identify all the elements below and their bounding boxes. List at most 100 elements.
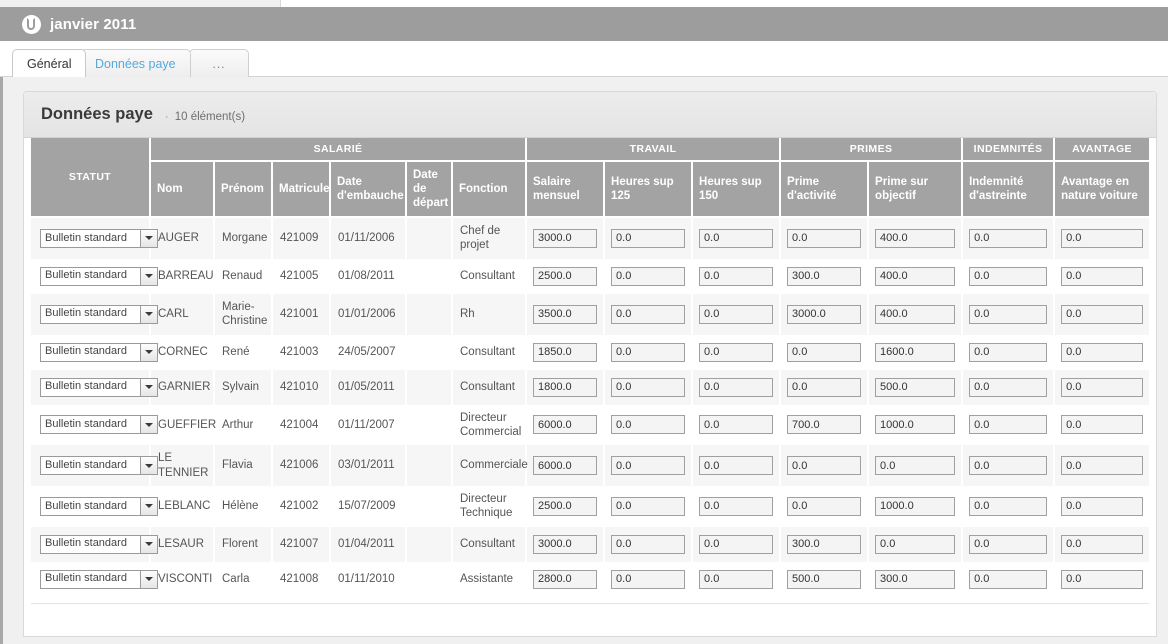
col-header-fonction[interactable]: Fonction xyxy=(453,162,527,218)
statut-select[interactable]: Bulletin standard xyxy=(40,343,158,362)
prime-activite-input[interactable] xyxy=(787,535,861,554)
prime-activite-input[interactable] xyxy=(787,229,861,248)
indemnite-astreinte-input[interactable] xyxy=(969,229,1047,248)
prime-activite-input[interactable] xyxy=(787,456,861,475)
prime-objectif-input[interactable] xyxy=(875,343,955,362)
heures-sup-125-input[interactable] xyxy=(611,497,685,516)
prime-activite-input[interactable] xyxy=(787,378,861,397)
col-header-date-depart[interactable]: Date de départ xyxy=(407,162,453,218)
prime-activite-input[interactable] xyxy=(787,415,861,434)
statut-select[interactable]: Bulletin standard xyxy=(40,497,158,516)
salaire-mensuel-input[interactable] xyxy=(533,343,597,362)
avantage-voiture-input[interactable] xyxy=(1061,229,1143,248)
chevron-down-icon[interactable] xyxy=(140,344,157,361)
tab-donnees-paye[interactable]: Données paye xyxy=(80,49,191,77)
salaire-mensuel-input[interactable] xyxy=(533,267,597,286)
statut-select[interactable]: Bulletin standard xyxy=(40,378,158,397)
col-header-prime-activite[interactable]: Prime d'activité xyxy=(781,162,869,218)
heures-sup-150-input[interactable] xyxy=(699,570,773,589)
heures-sup-150-input[interactable] xyxy=(699,497,773,516)
heures-sup-150-input[interactable] xyxy=(699,267,773,286)
prime-activite-input[interactable] xyxy=(787,267,861,286)
col-header-nom[interactable]: Nom xyxy=(151,162,215,218)
indemnite-astreinte-input[interactable] xyxy=(969,305,1047,324)
indemnite-astreinte-input[interactable] xyxy=(969,343,1047,362)
col-header-avantage-voiture[interactable]: Avantage en nature voiture xyxy=(1055,162,1149,218)
salaire-mensuel-input[interactable] xyxy=(533,456,597,475)
heures-sup-150-input[interactable] xyxy=(699,415,773,434)
prime-objectif-input[interactable] xyxy=(875,456,955,475)
prime-activite-input[interactable] xyxy=(787,305,861,324)
indemnite-astreinte-input[interactable] xyxy=(969,497,1047,516)
avantage-voiture-input[interactable] xyxy=(1061,497,1143,516)
statut-select[interactable]: Bulletin standard xyxy=(40,415,158,434)
indemnite-astreinte-input[interactable] xyxy=(969,570,1047,589)
avantage-voiture-input[interactable] xyxy=(1061,343,1143,362)
prime-objectif-input[interactable] xyxy=(875,229,955,248)
chevron-down-icon[interactable] xyxy=(140,416,157,433)
prime-activite-input[interactable] xyxy=(787,497,861,516)
col-header-statut[interactable]: STATUT xyxy=(31,138,151,218)
indemnite-astreinte-input[interactable] xyxy=(969,456,1047,475)
avantage-voiture-input[interactable] xyxy=(1061,535,1143,554)
heures-sup-150-input[interactable] xyxy=(699,343,773,362)
heures-sup-125-input[interactable] xyxy=(611,570,685,589)
col-header-matricule[interactable]: Matricule xyxy=(273,162,331,218)
heures-sup-125-input[interactable] xyxy=(611,415,685,434)
avantage-voiture-input[interactable] xyxy=(1061,305,1143,324)
chevron-down-icon[interactable] xyxy=(140,230,157,247)
salaire-mensuel-input[interactable] xyxy=(533,378,597,397)
chevron-down-icon[interactable] xyxy=(140,457,157,474)
heures-sup-150-input[interactable] xyxy=(699,456,773,475)
prime-objectif-input[interactable] xyxy=(875,378,955,397)
prime-objectif-input[interactable] xyxy=(875,267,955,286)
tab-general[interactable]: Général xyxy=(12,49,86,77)
chevron-down-icon[interactable] xyxy=(140,536,157,553)
salaire-mensuel-input[interactable] xyxy=(533,229,597,248)
avantage-voiture-input[interactable] xyxy=(1061,570,1143,589)
heures-sup-125-input[interactable] xyxy=(611,305,685,324)
salaire-mensuel-input[interactable] xyxy=(533,535,597,554)
heures-sup-150-input[interactable] xyxy=(699,535,773,554)
prime-objectif-input[interactable] xyxy=(875,570,955,589)
heures-sup-150-input[interactable] xyxy=(699,378,773,397)
chevron-down-icon[interactable] xyxy=(140,498,157,515)
indemnite-astreinte-input[interactable] xyxy=(969,535,1047,554)
prime-objectif-input[interactable] xyxy=(875,497,955,516)
col-header-heures-sup-150[interactable]: Heures sup 150 xyxy=(693,162,781,218)
statut-select[interactable]: Bulletin standard xyxy=(40,229,158,248)
col-header-salaire-mensuel[interactable]: Salaire mensuel xyxy=(527,162,605,218)
col-header-date-embauche[interactable]: Date d'embauche xyxy=(331,162,407,218)
heures-sup-125-input[interactable] xyxy=(611,378,685,397)
chevron-down-icon[interactable] xyxy=(140,268,157,285)
prime-activite-input[interactable] xyxy=(787,343,861,362)
indemnite-astreinte-input[interactable] xyxy=(969,415,1047,434)
heures-sup-125-input[interactable] xyxy=(611,229,685,248)
heures-sup-150-input[interactable] xyxy=(699,229,773,248)
indemnite-astreinte-input[interactable] xyxy=(969,378,1047,397)
avantage-voiture-input[interactable] xyxy=(1061,415,1143,434)
avantage-voiture-input[interactable] xyxy=(1061,378,1143,397)
statut-select[interactable]: Bulletin standard xyxy=(40,570,158,589)
indemnite-astreinte-input[interactable] xyxy=(969,267,1047,286)
col-header-prenom[interactable]: Prénom xyxy=(215,162,273,218)
prime-objectif-input[interactable] xyxy=(875,305,955,324)
statut-select[interactable]: Bulletin standard xyxy=(40,267,158,286)
heures-sup-125-input[interactable] xyxy=(611,343,685,362)
avantage-voiture-input[interactable] xyxy=(1061,456,1143,475)
prime-objectif-input[interactable] xyxy=(875,535,955,554)
col-header-heures-sup-125[interactable]: Heures sup 125 xyxy=(605,162,693,218)
salaire-mensuel-input[interactable] xyxy=(533,570,597,589)
salaire-mensuel-input[interactable] xyxy=(533,305,597,324)
prime-activite-input[interactable] xyxy=(787,570,861,589)
statut-select[interactable]: Bulletin standard xyxy=(40,456,158,475)
heures-sup-125-input[interactable] xyxy=(611,535,685,554)
tab-more[interactable]: ... xyxy=(189,49,249,77)
heures-sup-125-input[interactable] xyxy=(611,267,685,286)
salaire-mensuel-input[interactable] xyxy=(533,415,597,434)
statut-select[interactable]: Bulletin standard xyxy=(40,305,158,324)
heures-sup-150-input[interactable] xyxy=(699,305,773,324)
chevron-down-icon[interactable] xyxy=(140,571,157,588)
salaire-mensuel-input[interactable] xyxy=(533,497,597,516)
chevron-down-icon[interactable] xyxy=(140,306,157,323)
